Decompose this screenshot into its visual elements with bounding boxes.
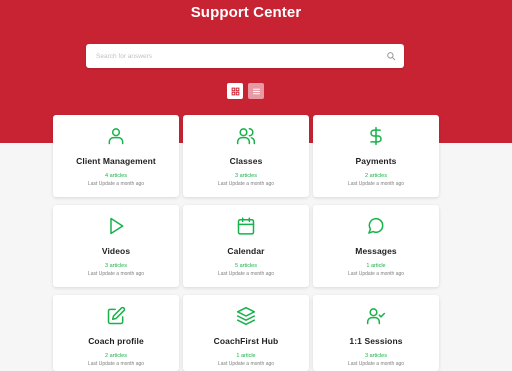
- last-update: Last Update a month ago: [217, 271, 275, 277]
- last-update: Last Update a month ago: [347, 271, 405, 277]
- category-name: Calendar: [227, 246, 265, 256]
- layers-icon: [236, 306, 256, 326]
- last-update: Last Update a month ago: [87, 361, 145, 367]
- category-card-videos[interactable]: Videos 3 articles Last Update a month ag…: [53, 205, 179, 287]
- list-view-button[interactable]: [248, 83, 264, 99]
- article-count: 1 article: [236, 353, 256, 359]
- category-name: Payments: [355, 156, 397, 166]
- category-card-coachfirst-hub[interactable]: CoachFirst Hub 1 article Last Update a m…: [183, 295, 309, 371]
- article-count: 5 articles: [234, 263, 257, 269]
- search-input[interactable]: [86, 44, 376, 68]
- page-title: Support Center: [190, 4, 302, 21]
- article-count: 2 articles: [364, 173, 387, 179]
- last-update: Last Update a month ago: [217, 361, 275, 367]
- last-update: Last Update a month ago: [87, 181, 145, 187]
- category-card-client-management[interactable]: Client Management 4 articles Last Update…: [53, 115, 179, 197]
- calendar-icon: [237, 217, 255, 235]
- category-card-classes[interactable]: Classes 3 articles Last Update a month a…: [183, 115, 309, 197]
- category-name: Messages: [355, 246, 397, 256]
- play-icon: [110, 217, 124, 235]
- last-update: Last Update a month ago: [347, 361, 405, 367]
- users-icon: [236, 128, 256, 145]
- category-card-1-1-sessions[interactable]: 1:1 Sessions 3 articles Last Update a mo…: [313, 295, 439, 371]
- category-card-payments[interactable]: Payments 2 articles Last Update a month …: [313, 115, 439, 197]
- article-count: 4 articles: [104, 173, 127, 179]
- user-check-icon: [366, 308, 386, 325]
- user-icon: [108, 128, 124, 145]
- article-count: 3 articles: [364, 353, 387, 359]
- category-card-coach-profile[interactable]: Coach profile 2 articles Last Update a m…: [53, 295, 179, 371]
- category-name: Classes: [229, 156, 263, 166]
- category-card-messages[interactable]: Messages 1 article Last Update a month a…: [313, 205, 439, 287]
- grid-view-button[interactable]: [227, 83, 243, 99]
- article-count: 3 articles: [234, 173, 257, 179]
- message-icon: [368, 217, 384, 234]
- article-count: 1 article: [366, 263, 386, 269]
- category-name: Videos: [101, 246, 131, 256]
- last-update: Last Update a month ago: [217, 181, 275, 187]
- article-count: 3 articles: [104, 263, 127, 269]
- category-name: Client Management: [76, 156, 156, 166]
- grid-icon: [231, 87, 239, 95]
- category-card-calendar[interactable]: Calendar 5 articles Last Update a month …: [183, 205, 309, 287]
- last-update: Last Update a month ago: [347, 181, 405, 187]
- category-name: CoachFirst Hub: [213, 336, 279, 346]
- dollar-icon: [370, 126, 382, 146]
- search-box[interactable]: [86, 44, 404, 68]
- category-name: Coach profile: [88, 336, 144, 346]
- article-count: 2 articles: [104, 353, 127, 359]
- search-icon[interactable]: [386, 51, 396, 61]
- last-update: Last Update a month ago: [87, 271, 145, 277]
- category-name: 1:1 Sessions: [349, 336, 403, 346]
- edit-icon: [107, 306, 126, 325]
- list-icon: [252, 88, 260, 94]
